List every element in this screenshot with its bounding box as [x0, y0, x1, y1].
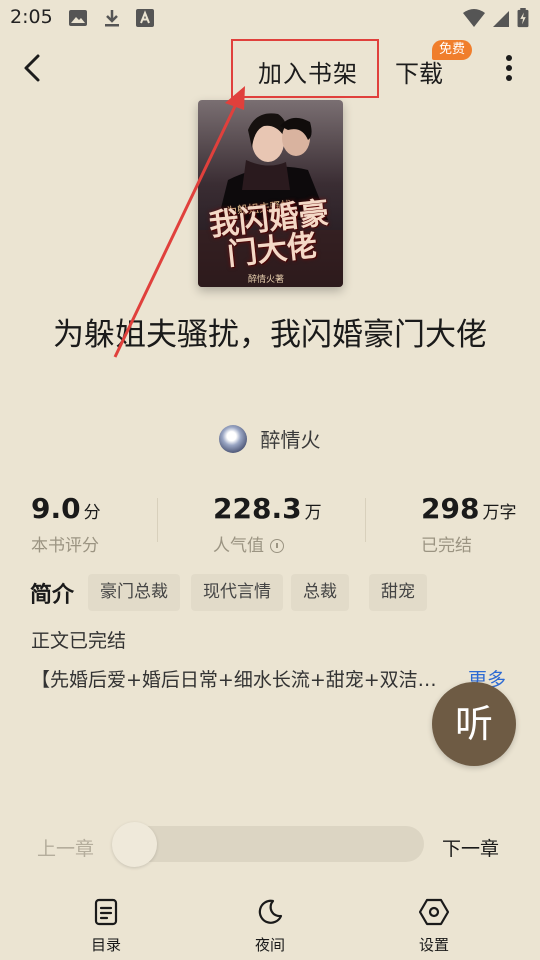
- rating-label: 本书评分: [31, 536, 99, 556]
- popularity-stat[interactable]: 228.3 万 人气值: [213, 492, 322, 556]
- signal-icon: [493, 11, 509, 27]
- more-options-icon[interactable]: [494, 50, 524, 86]
- stats-divider: [157, 498, 158, 542]
- author-name: 醉情火: [260, 428, 321, 452]
- book-stats: 9.0 分 本书评分 228.3 万 人气值 298 万字 已完结: [0, 492, 540, 556]
- nav-night-mode[interactable]: 夜间: [230, 898, 310, 955]
- nav-toc[interactable]: 目录: [66, 898, 146, 955]
- image-icon: [69, 10, 87, 26]
- tag-item[interactable]: 总裁: [291, 574, 349, 611]
- status-time: 2:05: [10, 6, 53, 28]
- author-row[interactable]: 醉情火: [0, 424, 540, 453]
- rating-value: 9.0: [31, 492, 81, 525]
- intro-heading: 简介: [30, 583, 75, 608]
- download-icon: [105, 10, 119, 27]
- book-title: 为躲姐夫骚扰，我闪婚豪门大佬: [53, 317, 487, 353]
- wifi-icon: [463, 9, 485, 27]
- tag-item[interactable]: 甜宠: [369, 574, 427, 611]
- nav-settings[interactable]: 设置: [394, 898, 474, 955]
- word-count-unit: 万字: [482, 503, 517, 523]
- cover-author: 醉情火著: [248, 275, 285, 285]
- battery-icon: [517, 8, 529, 28]
- rating-stat: 9.0 分 本书评分: [31, 492, 101, 556]
- nav-toc-label: 目录: [90, 936, 121, 954]
- status-bar: 2:05: [0, 0, 540, 36]
- word-count-stat: 298 万字 已完结: [421, 492, 516, 556]
- popularity-unit: 万: [304, 503, 322, 523]
- back-arrow-icon[interactable]: [16, 50, 52, 86]
- moon-icon: [258, 899, 283, 924]
- rating-unit: 分: [83, 503, 101, 523]
- toc-icon: [94, 898, 118, 926]
- author-avatar: [219, 424, 248, 453]
- annotation-highlight-box: [231, 39, 379, 98]
- a-icon: [136, 9, 154, 27]
- chapter-progress-slider[interactable]: [112, 826, 424, 862]
- tag-item[interactable]: 豪门总裁: [88, 574, 180, 611]
- next-chapter-button[interactable]: 下一章: [442, 834, 499, 861]
- nav-night-label: 夜间: [254, 936, 285, 954]
- listen-button[interactable]: 听: [432, 682, 516, 766]
- book-cover[interactable]: 为躲姐夫骚扰 我闪婚豪门大佬 醉情火著: [198, 100, 343, 287]
- slider-thumb[interactable]: [112, 822, 157, 867]
- completion-status: 已完结: [421, 536, 472, 556]
- nav-settings-label: 设置: [418, 936, 449, 954]
- popularity-label: 人气值: [213, 536, 264, 556]
- free-badge: 免费: [432, 40, 473, 60]
- prev-chapter-button[interactable]: 上一章: [37, 834, 94, 861]
- settings-icon: [419, 898, 449, 926]
- synopsis-text: 【先婚后爱+婚后日常+细水长流+甜宠+双洁…: [31, 669, 437, 691]
- popularity-value: 228.3: [213, 492, 302, 525]
- word-count-value: 298: [421, 492, 480, 525]
- stats-divider: [365, 498, 366, 542]
- info-icon[interactable]: [270, 539, 284, 553]
- text-completion-status: 正文已完结: [31, 630, 127, 652]
- tag-item[interactable]: 现代言情: [191, 574, 283, 611]
